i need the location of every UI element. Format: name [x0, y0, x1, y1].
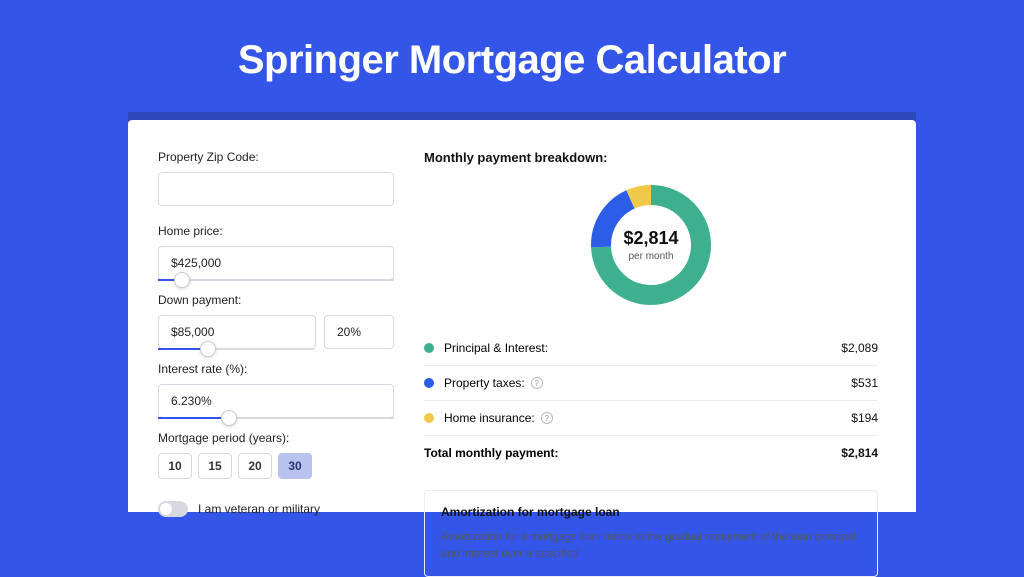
donut-center: $2,814 per month: [587, 181, 715, 309]
period-button-10[interactable]: 10: [158, 453, 192, 479]
total-row: Total monthly payment: $2,814: [424, 436, 878, 470]
info-icon[interactable]: ?: [541, 412, 553, 424]
rate-label: Interest rate (%):: [158, 362, 394, 376]
zip-label: Property Zip Code:: [158, 150, 394, 164]
zip-input[interactable]: [158, 172, 394, 206]
legend-dot-icon: [424, 343, 434, 353]
calculator-card: Property Zip Code: Home price: Down paym…: [128, 120, 916, 512]
veteran-toggle[interactable]: [158, 501, 188, 517]
slider-thumb-icon[interactable]: [200, 341, 216, 357]
info-icon[interactable]: ?: [531, 377, 543, 389]
amortization-text: Amortization for a mortgage loan refers …: [441, 529, 861, 562]
down-payment-slider[interactable]: [158, 348, 314, 350]
rate-input[interactable]: [158, 384, 394, 418]
legend-dot-icon: [424, 378, 434, 388]
donut-chart-wrap: $2,814 per month: [424, 181, 878, 309]
inputs-column: Property Zip Code: Home price: Down paym…: [158, 150, 394, 512]
legend-label: Principal & Interest:: [444, 341, 841, 355]
period-button-20[interactable]: 20: [238, 453, 272, 479]
period-field: Mortgage period (years): 10152030: [158, 431, 394, 479]
down-payment-field: Down payment:: [158, 293, 394, 350]
donut-chart: $2,814 per month: [587, 181, 715, 309]
page-title: Springer Mortgage Calculator: [238, 38, 786, 83]
home-price-field: Home price:: [158, 224, 394, 281]
legend-dot-icon: [424, 413, 434, 423]
legend-label: Property taxes:?: [444, 376, 851, 390]
total-label: Total monthly payment:: [424, 446, 841, 460]
breakdown-title: Monthly payment breakdown:: [424, 150, 878, 165]
amortization-card: Amortization for mortgage loan Amortizat…: [424, 490, 878, 577]
period-button-15[interactable]: 15: [198, 453, 232, 479]
down-payment-input[interactable]: [158, 315, 316, 349]
veteran-row: I am veteran or military: [158, 501, 394, 517]
legend-value: $531: [851, 376, 878, 390]
legend-value: $194: [851, 411, 878, 425]
legend-row: Principal & Interest:$2,089: [424, 331, 878, 366]
legend-value: $2,089: [841, 341, 878, 355]
donut-sub: per month: [628, 251, 673, 262]
period-label: Mortgage period (years):: [158, 431, 394, 445]
slider-thumb-icon[interactable]: [221, 410, 237, 426]
amortization-title: Amortization for mortgage loan: [441, 505, 861, 519]
legend-row: Property taxes:?$531: [424, 366, 878, 401]
rate-slider[interactable]: [158, 417, 394, 419]
total-value: $2,814: [841, 446, 878, 460]
toggle-knob-icon: [160, 503, 172, 515]
legend-row: Home insurance:?$194: [424, 401, 878, 436]
rate-field: Interest rate (%):: [158, 362, 394, 419]
period-button-30[interactable]: 30: [278, 453, 312, 479]
legend-label: Home insurance:?: [444, 411, 851, 425]
down-payment-label: Down payment:: [158, 293, 394, 307]
zip-field: Property Zip Code:: [158, 150, 394, 206]
veteran-label: I am veteran or military: [198, 502, 320, 516]
slider-thumb-icon[interactable]: [174, 272, 190, 288]
header: Springer Mortgage Calculator: [0, 0, 1024, 120]
down-payment-pct-input[interactable]: [324, 315, 394, 349]
home-price-input[interactable]: [158, 246, 394, 280]
home-price-label: Home price:: [158, 224, 394, 238]
donut-amount: $2,814: [623, 228, 678, 249]
results-column: Monthly payment breakdown: $2,814 per mo…: [424, 150, 878, 512]
home-price-slider[interactable]: [158, 279, 394, 281]
